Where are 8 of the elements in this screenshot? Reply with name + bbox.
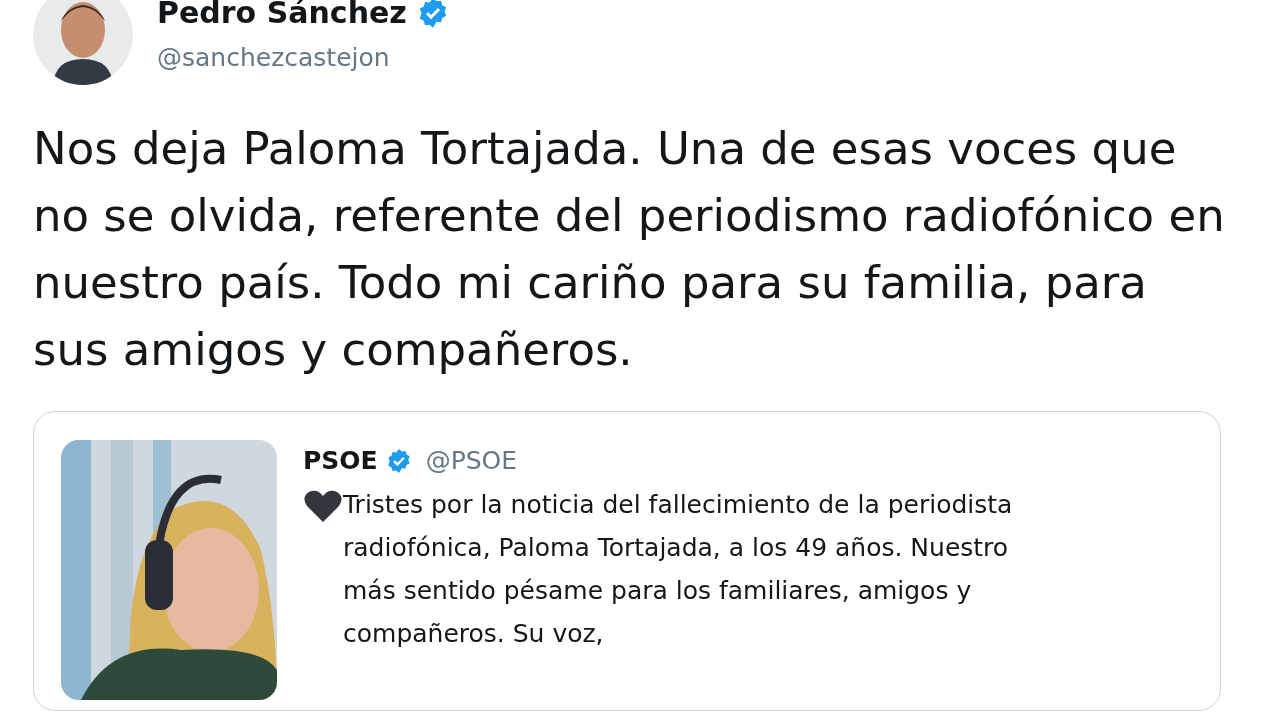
heart-icon [303,489,343,523]
quoted-author-name[interactable]: PSOE [303,446,378,475]
author-handle[interactable]: @sanchezcastejon [157,43,449,72]
quoted-author-handle[interactable]: @PSOE [425,446,518,475]
tweet-text: Nos deja Paloma Tortajada. Una de esas voces que no se olvida, referente del periodismo radiofónico en nuestro país. Todo mi cariño para su familia, para sus amigos y compañeros. [33,121,1226,378]
avatar[interactable] [33,0,133,85]
quoted-tweet-text: Tristes por la noticia del fallecimiento de la periodista radiofónica, Paloma Tortajada, a los 49 años. Nuestro más sentido pésame para los familiares, amigos y compañeros. Su voz, [343,489,1014,650]
quoted-tweet-card[interactable]: PSOE @PSOE Tristes por la noticia del fallecimiento de la periodista radiofónica, Paloma Tortajada, a los 49 años. Nuestro más sentido pésame para los familiares, amigos y compañeros. Su voz, [33,411,1221,711]
